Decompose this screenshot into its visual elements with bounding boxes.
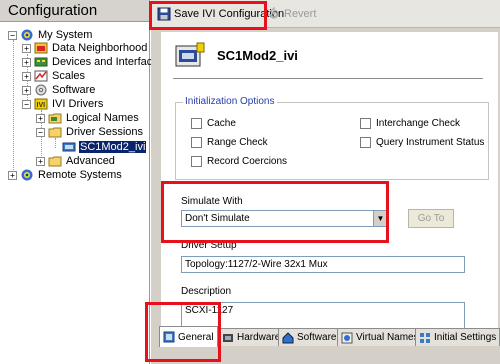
folder-icon (48, 126, 62, 138)
checkbox-box[interactable] (360, 137, 371, 148)
tree-label: IVI Drivers (52, 98, 104, 110)
tree-label: Scales (52, 70, 86, 82)
tree-label: Devices and Interfaces (52, 56, 164, 68)
tree-item-devices-interfaces[interactable]: + Devices and Interfaces (22, 55, 165, 69)
description-label: Description (181, 286, 232, 297)
data-neighborhood-icon (34, 42, 48, 54)
tree-item-scales[interactable]: + Scales (22, 69, 86, 83)
checkbox-label: Record Coercions (207, 156, 288, 167)
record-coercions-checkbox[interactable]: Record Coercions (191, 156, 287, 167)
checkbox-label: Interchange Check (376, 118, 460, 129)
hardware-tab-icon (223, 333, 233, 342)
checkbox-label: Query Instrument Status (376, 137, 485, 148)
tab-strip: General Hardware Software Virtual Names … (151, 326, 500, 348)
tree-item-software[interactable]: + Software (22, 83, 96, 97)
simulate-with-label: Simulate With (181, 196, 243, 207)
dropdown-value: Don't Simulate (185, 213, 250, 224)
my-system-icon (20, 29, 34, 41)
expand-toggle[interactable]: + (36, 113, 45, 123)
remote-systems-icon (20, 169, 34, 181)
tree-label-selected: SC1Mod2_ivi (79, 141, 147, 153)
tree-item-data-neighborhood[interactable]: + Data Neighborhood (22, 41, 148, 55)
tab-hardware[interactable]: Hardware (218, 328, 285, 346)
panel-title: Configuration (0, 0, 149, 22)
tree-item-sc1mod2-ivi[interactable]: SC1Mod2_ivi (62, 140, 147, 154)
tab-general[interactable]: General (159, 326, 218, 347)
revert-label: Revert (284, 8, 317, 20)
tree-label: My System (38, 29, 93, 41)
expand-toggle[interactable]: + (22, 85, 31, 95)
tab-initial-settings[interactable]: Initial Settings (415, 328, 500, 346)
tab-label: General (178, 331, 214, 343)
collapse-toggle[interactable]: − (36, 127, 45, 137)
expand-toggle[interactable]: + (22, 57, 31, 67)
folder-icon (48, 155, 62, 167)
tree-item-remote-systems[interactable]: + Remote Systems (8, 168, 123, 182)
chevron-down-icon[interactable]: ▼ (373, 211, 387, 226)
tab-label: Hardware (237, 332, 281, 343)
virtual-names-tab-icon (341, 332, 353, 343)
cache-checkbox[interactable]: Cache (191, 118, 236, 129)
checkbox-box[interactable] (360, 118, 371, 129)
initialization-options-legend: Initialization Options (183, 96, 277, 107)
save-ivi-configuration-button[interactable]: Save IVI Configuration (157, 5, 284, 23)
tab-software[interactable]: Software (278, 328, 341, 346)
collapse-toggle[interactable]: − (8, 30, 17, 40)
driver-setup-field[interactable]: Topology:1127/2-Wire 32x1 Mux (181, 256, 465, 273)
tree-item-driver-sessions[interactable]: − Driver Sessions (36, 125, 144, 139)
tree-label: Logical Names (66, 112, 139, 124)
tree-item-ivi-drivers[interactable]: − IVI IVI Drivers (22, 97, 104, 111)
go-to-button[interactable]: Go To (408, 209, 454, 228)
expand-toggle[interactable]: + (22, 43, 31, 53)
software-icon (34, 84, 48, 96)
configuration-tree-panel: Configuration − My System + Data Neighbo… (0, 0, 164, 364)
tree-item-logical-names[interactable]: + Logical Names (36, 111, 140, 125)
software-tab-icon (282, 331, 294, 343)
simulate-with-dropdown[interactable]: Don't Simulate ▼ (181, 210, 388, 227)
ivi-drivers-icon: IVI (34, 98, 48, 110)
checkbox-box[interactable] (191, 118, 202, 129)
checkbox-label: Cache (207, 118, 236, 129)
tree-label: Advanced (66, 155, 115, 167)
tab-label: Virtual Names (356, 332, 419, 343)
scales-icon (34, 70, 48, 82)
tree-label: Driver Sessions (66, 126, 144, 138)
tree-label: Software (52, 84, 96, 96)
session-icon (62, 141, 76, 153)
tab-label: Initial Settings (434, 332, 497, 343)
checkbox-label: Range Check (207, 137, 268, 148)
expand-toggle[interactable]: + (36, 156, 45, 166)
save-icon (157, 7, 171, 21)
tree-label: Data Neighborhood (52, 42, 148, 54)
expand-toggle[interactable]: + (22, 71, 31, 81)
driver-session-icon (175, 42, 205, 70)
header-divider (173, 78, 483, 79)
collapse-toggle[interactable]: − (22, 99, 31, 109)
toolbar: Save IVI Configuration Revert (151, 0, 500, 28)
expand-toggle[interactable]: + (8, 170, 17, 180)
driver-setup-label: Driver Setup (181, 240, 237, 251)
interchange-check-checkbox[interactable]: Interchange Check (360, 118, 460, 129)
checkbox-box[interactable] (191, 137, 202, 148)
general-tab-icon (163, 331, 175, 343)
general-tab-content: SC1Mod2_ivi Initialization Options Cache… (161, 32, 498, 332)
svg-text:IVI: IVI (37, 102, 46, 109)
query-instrument-status-checkbox[interactable]: Query Instrument Status (360, 137, 484, 148)
tab-virtual-names[interactable]: Virtual Names (337, 328, 423, 346)
session-properties-pane: Save IVI Configuration Revert SC1Mod2_iv… (151, 0, 500, 364)
session-title: SC1Mod2_ivi (217, 48, 298, 63)
devices-icon (34, 56, 48, 68)
tree-item-my-system[interactable]: − My System (8, 28, 93, 42)
tab-label: Software (297, 332, 337, 343)
revert-button[interactable]: Revert (267, 5, 316, 23)
tree-item-advanced[interactable]: + Advanced (36, 154, 116, 168)
range-check-checkbox[interactable]: Range Check (191, 137, 268, 148)
revert-icon (269, 7, 279, 19)
folder-icon (48, 112, 62, 124)
checkbox-box[interactable] (191, 156, 202, 167)
initial-settings-tab-icon (420, 332, 430, 343)
tree-label: Remote Systems (38, 169, 122, 181)
